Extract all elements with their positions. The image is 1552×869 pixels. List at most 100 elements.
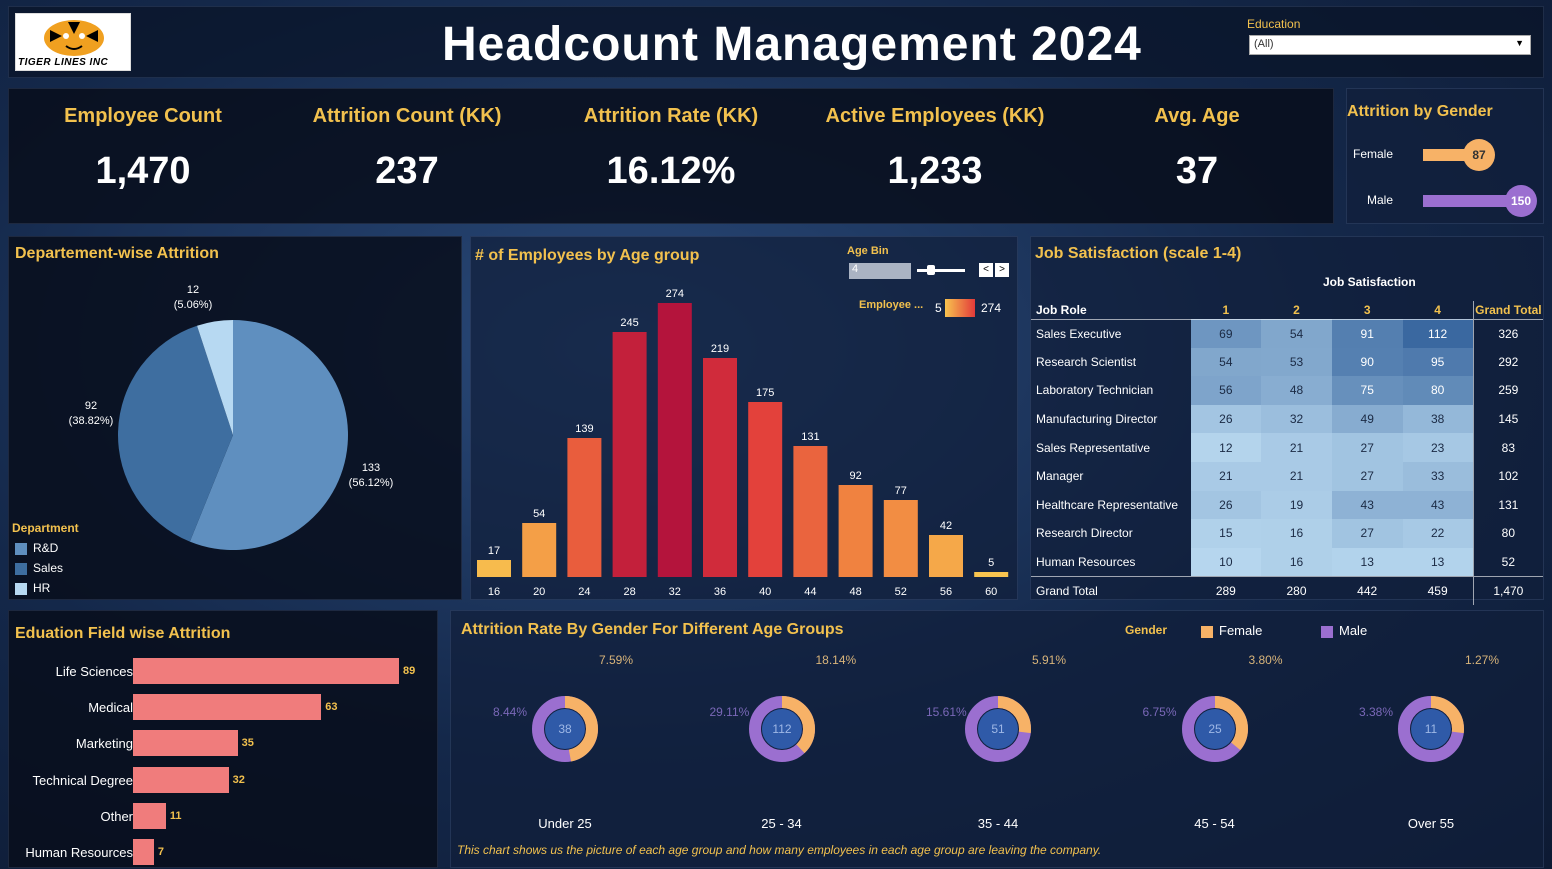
table-row[interactable]: Research Scientist 54 53 90 95 292 (1031, 347, 1543, 377)
table-row[interactable]: Laboratory Technician 56 48 75 80 259 (1031, 376, 1543, 405)
donut-center-value: 25 (1208, 722, 1222, 736)
satisfaction-cell: 12 (1190, 433, 1262, 462)
header-bar: TIGER LINES INC Headcount Management 202… (8, 6, 1544, 78)
age-group-label: Under 25 (538, 816, 592, 831)
gender-value: 150 (1505, 185, 1537, 217)
panel-title: Eduation Field wise Attrition (15, 625, 231, 642)
gender-label: Male (1366, 193, 1393, 207)
age-tick-label: 40 (759, 586, 771, 598)
age-bar-value: 139 (575, 423, 593, 435)
legend-item-hr[interactable]: HR (15, 581, 50, 595)
grand-total-cell: 442 (1331, 575, 1403, 605)
age-tick-label: 36 (714, 586, 726, 598)
legend-item-rd[interactable]: R&D (15, 541, 58, 555)
table-row[interactable]: Manufacturing Director 26 32 49 38 145 (1031, 404, 1543, 434)
kpi-label: Avg. Age (1154, 105, 1240, 127)
male-pct-label: 15.61% (926, 705, 967, 719)
gender-value: 87 (1463, 139, 1495, 171)
legend-item-sales[interactable]: Sales (15, 561, 63, 575)
satisfaction-cell: 56 (1190, 376, 1262, 405)
age-bar[interactable] (657, 303, 692, 577)
age-bar[interactable] (477, 560, 511, 577)
donut-chart: 25 (1181, 696, 1248, 762)
kpi-attrition-count: Attrition Count (KK) 237 (277, 105, 537, 193)
table-row[interactable]: Healthcare Representative 26 19 43 43 131 (1031, 490, 1543, 520)
education-value: 63 (325, 701, 338, 714)
age-tick-label: 24 (578, 586, 590, 598)
education-value: 11 (169, 809, 182, 822)
age-bar[interactable] (883, 500, 918, 577)
age-bar[interactable] (612, 332, 647, 577)
age-bar[interactable] (567, 438, 602, 577)
satisfaction-cell: 13 (1402, 547, 1474, 577)
age-bar-value: 17 (488, 545, 500, 557)
pie-label-pct: (56.12%) (349, 477, 394, 489)
gender-bar-row[interactable]: Female 87 (1347, 139, 1545, 171)
donut-chart: 112 (748, 696, 815, 762)
education-bar (133, 694, 322, 721)
table-row[interactable]: Sales Representative 12 21 27 23 83 (1031, 433, 1543, 462)
satisfaction-cell: 43 (1402, 490, 1474, 520)
education-value: 35 (241, 737, 254, 750)
page-title: Headcount Management 2024 (442, 18, 1142, 71)
male-pct-label: 8.44% (493, 705, 528, 719)
row-total-cell: 52 (1472, 547, 1543, 577)
row-total-cell: 292 (1472, 347, 1543, 377)
panel-title: Attrition by Gender (1347, 103, 1493, 120)
satisfaction-cell: 15 (1190, 519, 1262, 548)
legend-title: Department (12, 521, 79, 535)
education-bar (133, 730, 238, 757)
satisfaction-cell: 33 (1402, 461, 1474, 491)
legend-title: Gender (1125, 623, 1168, 637)
row-total-cell: 131 (1472, 490, 1543, 520)
age-tick-label: 28 (623, 586, 635, 598)
donut-center-value: 112 (772, 722, 791, 736)
satisfaction-cell: 90 (1331, 347, 1403, 377)
satisfaction-cell: 54 (1261, 319, 1332, 348)
female-pct-label: 5.91% (1032, 653, 1067, 667)
satisfaction-cell: 27 (1331, 433, 1403, 462)
table-row[interactable]: Research Director 15 16 27 22 80 (1031, 519, 1543, 548)
age-group-label: 45 - 54 (1194, 816, 1235, 831)
education-label: Technical Degree (32, 772, 133, 788)
grand-total-value: 1,470 (1472, 575, 1543, 605)
male-pct-label: 3.38% (1359, 705, 1394, 719)
education-filter-select[interactable]: (All) ▼ (1249, 35, 1531, 55)
job-role-cell: Research Director (1036, 526, 1133, 541)
table-row[interactable]: Sales Executive 69 54 91 112 326 (1031, 319, 1543, 348)
grand-total-cell: 459 (1402, 575, 1474, 605)
chart-note: This chart shows us the picture of each … (457, 843, 1102, 857)
satisfaction-cell: 53 (1261, 347, 1332, 377)
attrition-by-gender-panel: Attrition by Gender Female 87 Male 150 (1346, 88, 1544, 224)
satisfaction-cell: 21 (1261, 461, 1332, 491)
age-bar[interactable] (929, 535, 963, 577)
satisfaction-cell: 19 (1261, 490, 1332, 520)
age-bar[interactable] (703, 358, 737, 577)
job-role-cell: Healthcare Representative (1036, 497, 1179, 512)
age-bar[interactable] (838, 485, 873, 577)
age-bar[interactable] (522, 523, 557, 577)
table-group-header: Job Satisfaction (1323, 275, 1416, 289)
education-bar (133, 839, 154, 865)
age-bar-value: 77 (895, 485, 907, 497)
education-value: 89 (403, 665, 416, 677)
age-bar[interactable] (974, 572, 1009, 577)
age-bar-value: 274 (666, 288, 684, 300)
education-label: Medical (88, 700, 133, 716)
age-bar[interactable] (793, 446, 828, 577)
age-bar[interactable] (748, 402, 783, 577)
col-header-4: 4 (1402, 301, 1474, 320)
legend-item-male[interactable]: Male (1321, 623, 1367, 638)
education-label: Marketing (75, 736, 133, 752)
age-group-label: 25 - 34 (761, 816, 802, 831)
satisfaction-cell: 80 (1402, 376, 1474, 405)
job-role-cell: Manager (1036, 469, 1084, 484)
job-satisfaction-panel: Job Satisfaction (scale 1-4) Job Satisfa… (1030, 236, 1544, 605)
grand-total-label: Grand Total (1031, 575, 1191, 605)
legend-item-female[interactable]: Female (1201, 623, 1262, 638)
satisfaction-cell: 112 (1402, 319, 1474, 348)
table-row[interactable]: Manager 21 21 27 33 102 (1031, 461, 1543, 491)
pie-label-count: 12 (187, 284, 199, 296)
gender-bar-row[interactable]: Male 150 (1347, 185, 1545, 217)
table-row[interactable]: Human Resources 10 16 13 13 52 (1031, 547, 1543, 577)
